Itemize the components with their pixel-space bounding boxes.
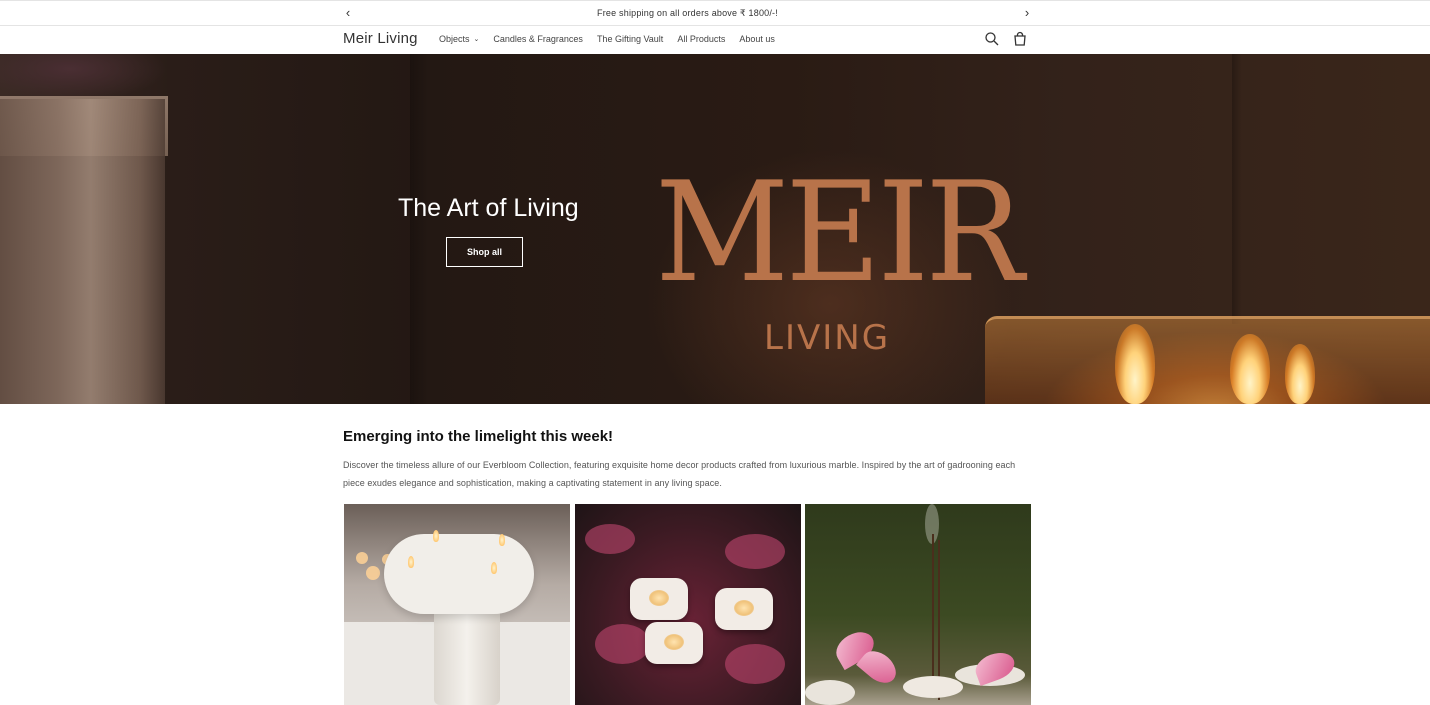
candle-flame xyxy=(408,556,414,568)
incense-stick xyxy=(932,534,934,694)
nav-item-label: Candles & Fragrances xyxy=(493,34,583,44)
nav-item-about-us[interactable]: About us xyxy=(739,34,775,44)
hero-banner: MEIR LIVING The Art of Living Shop all xyxy=(0,54,1430,404)
nav-item-label: Objects xyxy=(439,34,470,44)
star-candle-image xyxy=(645,622,703,664)
petal-scatter xyxy=(725,644,785,684)
star-candle-image xyxy=(715,588,773,630)
candle-glow xyxy=(664,634,684,650)
hero-headline: The Art of Living xyxy=(398,194,579,222)
shop-all-button[interactable]: Shop all xyxy=(446,237,523,267)
main-nav: Objects ⌄ Candles & Fragrances The Gifti… xyxy=(439,34,789,44)
petal-scatter xyxy=(595,624,650,664)
petal-scatter xyxy=(725,534,785,569)
candle-flame xyxy=(1285,344,1315,404)
announcement-bar: ‹ Free shipping on all orders above ₹ 18… xyxy=(0,0,1430,26)
candle-glow xyxy=(649,590,669,606)
candle-flame xyxy=(491,562,497,574)
announcement-text: Free shipping on all orders above ₹ 1800… xyxy=(597,8,778,18)
candle-flame xyxy=(1115,324,1155,404)
product-tile[interactable] xyxy=(805,504,1031,705)
nav-item-label: The Gifting Vault xyxy=(596,34,664,44)
site-logo[interactable]: Meir Living xyxy=(343,30,418,47)
hero-vase-image xyxy=(0,99,165,404)
nav-item-objects[interactable]: Objects ⌄ xyxy=(439,34,479,44)
star-candle-image xyxy=(630,578,688,620)
nav-item-label: About us xyxy=(739,34,775,44)
section-title: Emerging into the limelight this week! xyxy=(343,428,614,445)
bokeh-light xyxy=(356,552,368,564)
chevron-right-icon[interactable]: › xyxy=(1020,5,1034,20)
hero-candle-image xyxy=(985,316,1430,404)
nav-item-all-products[interactable]: All Products xyxy=(677,34,725,44)
petal-scatter xyxy=(585,524,635,554)
hero-panel-edge xyxy=(410,54,428,404)
cart-icon[interactable] xyxy=(1012,31,1028,47)
candle-flame xyxy=(433,530,439,542)
decor-stone xyxy=(805,680,855,705)
hero-flowers-image xyxy=(0,54,200,99)
product-tile[interactable] xyxy=(344,504,570,705)
candle-flame xyxy=(499,534,505,546)
chevron-down-icon: ⌄ xyxy=(473,36,480,43)
product-tile[interactable] xyxy=(575,504,801,705)
candle-glow xyxy=(734,600,754,616)
candle-flame xyxy=(1230,334,1270,404)
bokeh-light xyxy=(366,566,380,580)
site-header: Meir Living Objects ⌄ Candles & Fragranc… xyxy=(0,26,1430,54)
nav-item-label: All Products xyxy=(677,34,726,44)
incense-dish-image xyxy=(903,676,963,698)
nav-item-gifting-vault[interactable]: The Gifting Vault xyxy=(597,34,663,44)
nav-item-candles-fragrances[interactable]: Candles & Fragrances xyxy=(493,34,583,44)
candle-holder-stem xyxy=(434,599,500,705)
candle-holder-image xyxy=(384,534,534,614)
hero-brand-wordmark: MEIR xyxy=(655,152,1024,313)
section-description: Discover the timeless allure of our Ever… xyxy=(343,460,1016,488)
hero-panel-edge xyxy=(1232,54,1242,324)
hero-brand-subtext: LIVING xyxy=(764,318,891,358)
search-icon[interactable] xyxy=(984,31,1000,47)
